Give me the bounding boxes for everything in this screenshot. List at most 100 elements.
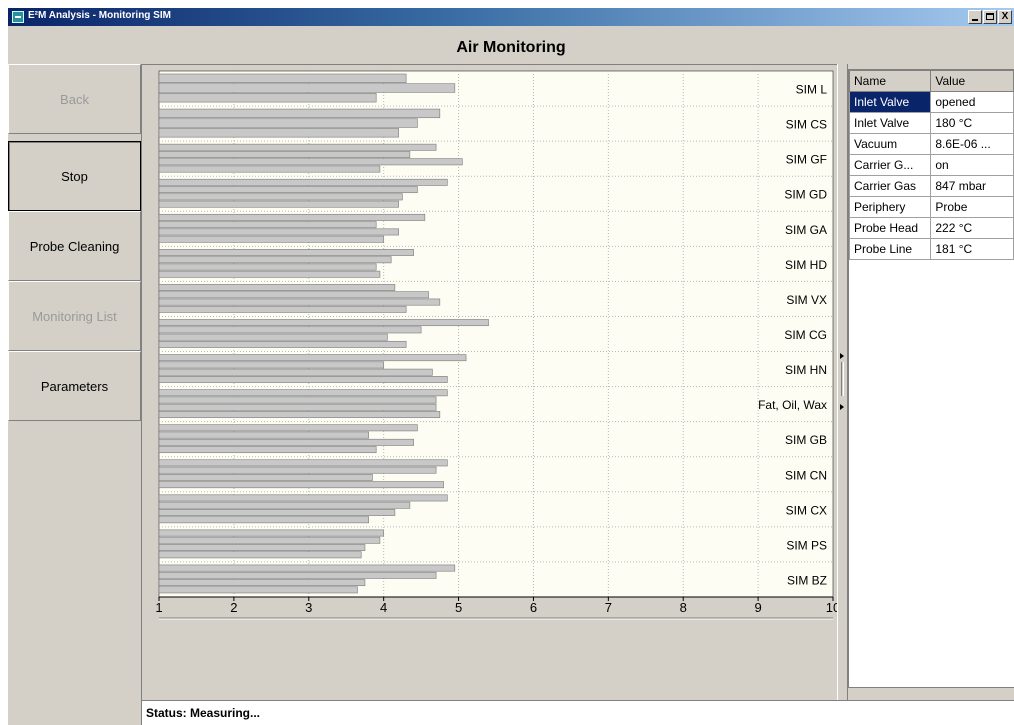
data-bar <box>158 221 377 229</box>
data-bar <box>158 424 418 432</box>
status-text: Status: Measuring... <box>146 706 261 720</box>
property-name[interactable]: Vacuum <box>848 133 932 155</box>
property-name[interactable]: Carrier Gas <box>848 175 932 197</box>
column-header-name[interactable]: Name <box>848 70 932 92</box>
property-name[interactable]: Periphery <box>848 196 932 218</box>
property-table: Name Value Inlet Valve opened Inlet Valv… <box>848 70 1014 260</box>
property-row[interactable]: Probe Head 222 °C <box>848 217 1014 239</box>
data-bar <box>158 256 392 264</box>
parameters-button-label: Parameters <box>40 378 109 394</box>
data-bar <box>158 128 399 138</box>
data-bar <box>158 340 407 348</box>
window-title: E²M Analysis - Monitoring SIM <box>28 10 171 21</box>
category-label: SIM GF <box>786 153 827 167</box>
data-bar <box>158 249 414 256</box>
monitoring-list-button[interactable]: Monitoring List <box>8 281 141 351</box>
probe-cleaning-button-label: Probe Cleaning <box>29 238 120 254</box>
property-value[interactable]: opened <box>930 91 1014 113</box>
x-tick-label: 2 <box>230 600 237 615</box>
category-label: SIM CN <box>785 468 827 482</box>
data-bar <box>158 529 384 537</box>
property-row[interactable]: Probe Line 181 °C <box>848 238 1014 260</box>
data-bar <box>158 73 407 83</box>
property-row[interactable]: Inlet Valve opened <box>848 91 1014 113</box>
data-bar <box>158 298 441 306</box>
category-label: SIM HN <box>785 363 827 377</box>
data-bar <box>158 516 369 524</box>
data-bar <box>158 263 377 271</box>
maximize-button[interactable] <box>983 10 997 24</box>
data-bar <box>158 354 467 362</box>
property-name[interactable]: Inlet Valve <box>848 91 932 113</box>
data-bar <box>158 361 384 369</box>
data-bar <box>158 213 426 221</box>
bar-chart: 1 2 3 4 5 6 7 8 9 10SIM LSIM CSSIM GFSIM GDSIM GA… <box>155 70 838 620</box>
property-value[interactable]: 222 °C <box>930 217 1014 239</box>
title-bar[interactable]: E²M Analysis - Monitoring SIM X <box>8 8 1014 26</box>
data-bar <box>158 571 437 579</box>
property-name[interactable]: Carrier G... <box>848 154 932 176</box>
collapse-right-icon[interactable] <box>840 404 844 410</box>
property-value[interactable]: 181 °C <box>930 238 1014 260</box>
property-row[interactable]: Vacuum 8.6E-06 ... <box>848 133 1014 155</box>
data-bar <box>158 228 399 236</box>
category-label: SIM CS <box>786 118 827 132</box>
data-bar <box>158 200 399 208</box>
minimize-button[interactable] <box>968 10 982 24</box>
data-bar <box>158 438 414 446</box>
data-bar <box>158 376 448 383</box>
property-row[interactable]: Carrier Gas 847 mbar <box>848 175 1014 197</box>
property-value[interactable]: 847 mbar <box>930 175 1014 197</box>
data-bar <box>158 536 381 544</box>
property-row[interactable]: Inlet Valve 180 °C <box>848 112 1014 134</box>
data-bar <box>158 564 456 572</box>
column-header-value[interactable]: Value <box>930 70 1014 92</box>
property-name[interactable]: Probe Head <box>848 217 932 239</box>
minimize-icon <box>972 19 978 21</box>
property-row[interactable]: Periphery Probe <box>848 196 1014 218</box>
data-bar <box>158 389 448 397</box>
close-button[interactable]: X <box>998 10 1012 24</box>
stop-button-label: Stop <box>61 168 88 184</box>
monitoring-list-button-label: Monitoring List <box>32 308 117 324</box>
back-button[interactable]: Back <box>8 64 141 134</box>
category-label: SIM CX <box>786 503 827 517</box>
collapse-left-icon[interactable] <box>840 353 844 359</box>
x-tick-label: 5 <box>455 600 462 615</box>
data-bar <box>158 368 433 376</box>
data-bar <box>158 396 437 404</box>
category-label: SIM PS <box>786 538 827 552</box>
data-bar <box>158 305 407 313</box>
data-bar <box>158 403 437 411</box>
x-tick-label: 3 <box>305 600 312 615</box>
close-icon: X <box>1001 11 1009 22</box>
splitter-grip[interactable] <box>841 362 844 396</box>
property-name[interactable]: Probe Line <box>848 238 932 260</box>
maximize-icon <box>986 13 994 20</box>
probe-cleaning-button[interactable]: Probe Cleaning <box>8 211 141 281</box>
property-value[interactable]: on <box>930 154 1014 176</box>
data-bar <box>158 151 411 158</box>
property-value[interactable]: 180 °C <box>930 112 1014 134</box>
application-window: E²M Analysis - Monitoring SIM X Air Moni… <box>8 8 1014 725</box>
data-bar <box>158 473 373 481</box>
property-value[interactable]: Probe <box>930 196 1014 218</box>
data-bar <box>158 466 437 474</box>
property-name[interactable]: Inlet Valve <box>848 112 932 134</box>
data-bar <box>158 235 384 243</box>
data-bar <box>158 333 388 341</box>
property-header-row: Name Value <box>848 70 1014 92</box>
property-row[interactable]: Carrier G... on <box>848 154 1014 176</box>
data-bar <box>158 158 463 166</box>
stop-button[interactable]: Stop <box>8 141 141 211</box>
data-bar <box>158 193 403 201</box>
parameters-button[interactable]: Parameters <box>8 351 141 421</box>
panel-splitter[interactable] <box>837 64 848 700</box>
data-bar <box>158 579 366 587</box>
x-tick-label: 1 <box>155 600 162 615</box>
data-bar <box>158 411 441 418</box>
data-bar <box>158 178 448 186</box>
x-tick-label: 4 <box>380 600 387 615</box>
property-value[interactable]: 8.6E-06 ... <box>930 133 1014 155</box>
category-label: SIM BZ <box>787 573 827 587</box>
